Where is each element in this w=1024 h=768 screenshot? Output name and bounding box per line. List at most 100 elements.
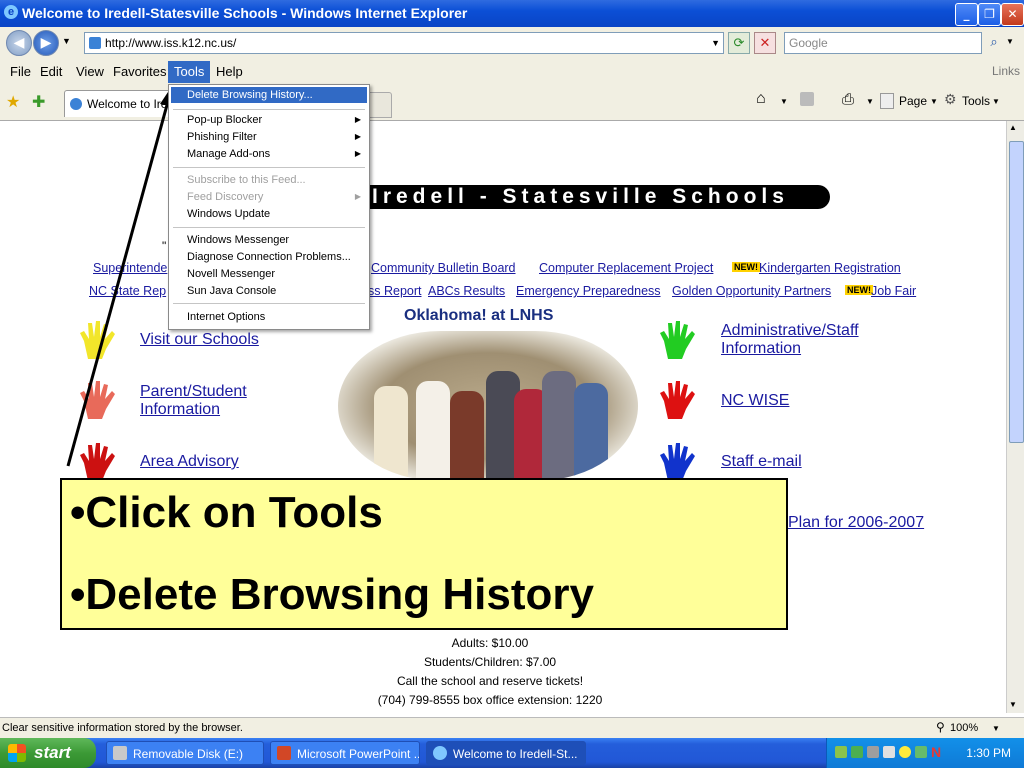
link-computer-replacement[interactable]: Computer Replacement Project bbox=[539, 261, 713, 275]
page-dropdown-icon[interactable]: ▼ bbox=[930, 97, 938, 106]
tray-icon[interactable] bbox=[835, 746, 847, 758]
menu-windows-messenger[interactable]: Windows Messenger bbox=[171, 232, 367, 248]
tools-dropdown-menu: Delete Browsing History... Pop-up Blocke… bbox=[168, 84, 370, 330]
print-icon[interactable]: ⎙ bbox=[842, 91, 854, 108]
submenu-arrow-icon: ▶ bbox=[354, 149, 361, 158]
task-powerpoint[interactable]: Microsoft PowerPoint ... bbox=[270, 741, 420, 765]
tools-menu-button[interactable]: Tools bbox=[962, 94, 990, 108]
feature-title: Oklahoma! at LNHS bbox=[404, 307, 554, 324]
vertical-scrollbar[interactable]: ▲ ▼ bbox=[1006, 121, 1024, 713]
address-url: http://www.iss.k12.nc.us/ bbox=[105, 36, 237, 50]
search-icon[interactable]: ⌕ bbox=[984, 32, 1004, 52]
link-plan-2006[interactable]: Plan for 2006-2007 bbox=[788, 514, 924, 532]
home-icon[interactable]: ⌂ bbox=[756, 90, 766, 108]
home-dropdown-icon[interactable]: ▼ bbox=[780, 97, 788, 106]
link-staff-email[interactable]: Staff e-mail bbox=[721, 453, 802, 471]
clock: 1:30 PM bbox=[966, 746, 1011, 760]
scroll-down-icon[interactable]: ▼ bbox=[1009, 700, 1017, 709]
search-input[interactable]: Google bbox=[784, 32, 982, 54]
instruction-callout: •Click on Tools •Delete Browsing History bbox=[60, 478, 788, 630]
menu-sun-java-console[interactable]: Sun Java Console bbox=[171, 283, 367, 299]
task-removable-disk[interactable]: Removable Disk (E:) bbox=[106, 741, 264, 765]
menu-edit[interactable]: Edit bbox=[34, 63, 68, 81]
menu-delete-browsing-history[interactable]: Delete Browsing History... bbox=[171, 87, 367, 103]
menu-view[interactable]: View bbox=[70, 63, 110, 81]
tray-icon[interactable] bbox=[883, 746, 895, 758]
ie-icon bbox=[433, 746, 447, 760]
ie-logo-icon: e bbox=[4, 5, 18, 19]
close-button[interactable]: ✕ bbox=[1001, 3, 1024, 26]
menu-separator bbox=[173, 227, 365, 228]
window-titlebar: e Welcome to Iredell-Statesville Schools… bbox=[0, 0, 1024, 27]
callout-line-1: •Click on Tools bbox=[70, 488, 383, 537]
address-field[interactable]: http://www.iss.k12.nc.us/ ▼ bbox=[84, 32, 724, 54]
page-menu-icon bbox=[880, 93, 894, 109]
link-emergency[interactable]: Emergency Preparedness bbox=[516, 284, 661, 298]
zoom-dropdown-icon[interactable]: ▼ bbox=[992, 724, 1000, 733]
site-banner: Iredell - Statesville Schools bbox=[362, 185, 830, 209]
stop-icon[interactable]: ✕ bbox=[754, 32, 776, 54]
feeds-icon[interactable] bbox=[800, 92, 814, 106]
drive-icon bbox=[113, 746, 127, 760]
favorites-star-icon[interactable]: ★ bbox=[6, 92, 20, 112]
link-admin-staff[interactable]: Administrative/Staff Information bbox=[721, 322, 891, 358]
zoom-level[interactable]: 100% bbox=[950, 722, 978, 734]
tray-icon[interactable] bbox=[899, 746, 911, 758]
start-label: start bbox=[34, 743, 71, 762]
blue-hand-icon bbox=[660, 443, 695, 481]
novell-icon[interactable]: N bbox=[931, 744, 941, 760]
link-community-bulletin[interactable]: Community Bulletin Board bbox=[371, 261, 516, 275]
link-progress-report[interactable]: ss Report bbox=[368, 284, 422, 298]
menu-manage-addons[interactable]: Manage Add-ons ▶ bbox=[171, 146, 367, 162]
green-hand-icon bbox=[660, 321, 695, 359]
task-internet-explorer[interactable]: Welcome to Iredell-St... bbox=[426, 741, 586, 765]
menu-help[interactable]: Help bbox=[210, 63, 249, 81]
forward-button[interactable]: ▶ bbox=[33, 30, 59, 56]
tray-icon[interactable] bbox=[867, 746, 879, 758]
search-options-icon[interactable]: ▼ bbox=[1006, 37, 1014, 46]
start-button[interactable]: start bbox=[0, 738, 96, 768]
tools-dropdown-icon[interactable]: ▼ bbox=[992, 97, 1000, 106]
link-nc-wise[interactable]: NC WISE bbox=[721, 392, 789, 410]
red-hand-icon bbox=[660, 381, 695, 419]
minimize-button[interactable]: _ bbox=[955, 3, 978, 26]
add-favorites-icon[interactable]: ✚ bbox=[32, 92, 45, 112]
callout-line-2: •Delete Browsing History bbox=[70, 570, 594, 619]
links-toolbar[interactable]: Links bbox=[992, 64, 1020, 78]
menu-diagnose-connection[interactable]: Diagnose Connection Problems... bbox=[171, 249, 367, 265]
menu-internet-options[interactable]: Internet Options bbox=[171, 309, 367, 325]
link-abcs-results[interactable]: ABCs Results bbox=[428, 284, 505, 298]
print-dropdown-icon[interactable]: ▼ bbox=[866, 97, 874, 106]
windows-logo-icon bbox=[8, 744, 26, 762]
menu-popup-blocker[interactable]: Pop-up Blocker ▶ bbox=[171, 112, 367, 128]
menu-subscribe-feed: Subscribe to this Feed... bbox=[187, 174, 306, 186]
scroll-thumb[interactable] bbox=[1009, 141, 1024, 443]
link-kindergarten[interactable]: Kindergarten Registration bbox=[759, 261, 901, 275]
menu-favorites[interactable]: Favorites bbox=[107, 63, 172, 81]
back-button[interactable]: ◀ bbox=[6, 30, 32, 56]
page-menu-button[interactable]: Page bbox=[899, 94, 927, 108]
menu-windows-update[interactable]: Windows Update bbox=[171, 206, 367, 222]
scroll-up-icon[interactable]: ▲ bbox=[1009, 123, 1017, 132]
new-badge: NEW! bbox=[845, 285, 873, 295]
history-dropdown-icon[interactable]: ▼ bbox=[62, 36, 71, 46]
page-icon bbox=[89, 37, 101, 49]
maximize-button[interactable]: ❐ bbox=[978, 3, 1001, 26]
refresh-icon[interactable]: ⟳ bbox=[728, 32, 750, 54]
menu-file[interactable]: File bbox=[4, 63, 37, 81]
menu-phishing-filter[interactable]: Phishing Filter ▶ bbox=[171, 129, 367, 145]
menu-separator bbox=[173, 167, 365, 168]
tray-icon[interactable] bbox=[851, 746, 863, 758]
link-golden-opportunity[interactable]: Golden Opportunity Partners bbox=[672, 284, 831, 298]
link-job-fair[interactable]: Job Fair bbox=[871, 284, 916, 298]
menu-separator bbox=[173, 303, 365, 304]
info-adults: Adults: $10.00 bbox=[451, 636, 529, 650]
menu-novell-messenger[interactable]: Novell Messenger bbox=[171, 266, 367, 282]
menu-feed-discovery: Feed Discovery ▶ bbox=[187, 191, 361, 203]
submenu-arrow-icon: ▶ bbox=[354, 132, 361, 141]
menu-tools[interactable]: Tools bbox=[168, 61, 211, 83]
address-dropdown-icon[interactable]: ▼ bbox=[711, 33, 720, 53]
tray-icon[interactable] bbox=[915, 746, 927, 758]
info-call: Call the school and reserve tickets! bbox=[396, 674, 584, 688]
zoom-icon: ⚲ bbox=[936, 720, 945, 734]
